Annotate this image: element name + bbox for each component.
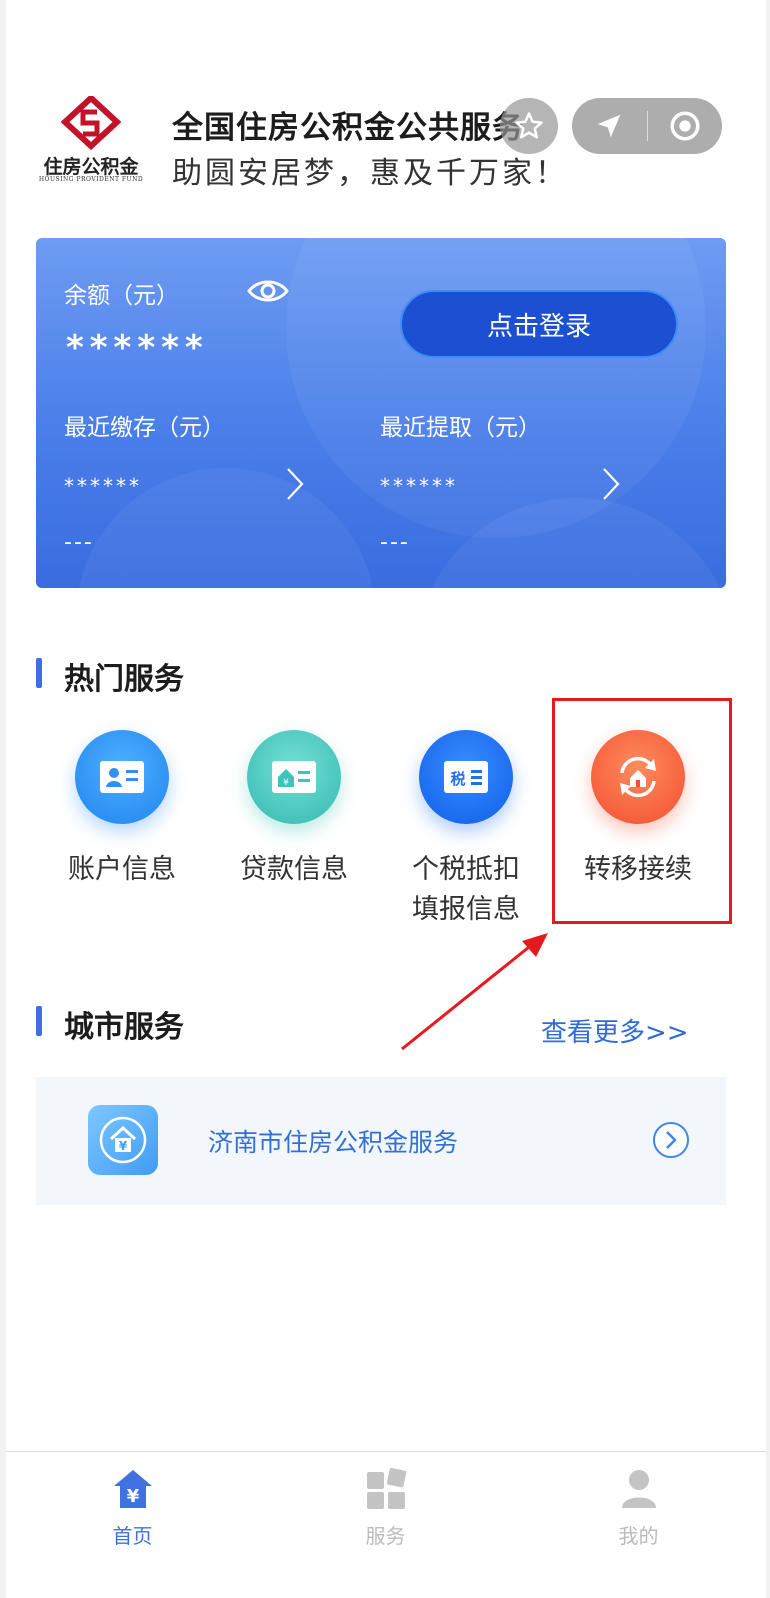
highlight-box — [552, 698, 732, 924]
svg-text:税: 税 — [450, 770, 465, 788]
app-title: 全国住房公积金公共服务 — [172, 110, 524, 146]
eye-toggle-icon[interactable] — [246, 276, 290, 306]
balance-label: 余额（元） — [64, 283, 179, 309]
housing-fund-logo-icon — [61, 96, 121, 151]
svg-text:¥: ¥ — [119, 1139, 128, 1153]
service-loan-info[interactable]: ¥ 贷款信息 — [214, 730, 374, 940]
services-grid-icon — [367, 1467, 407, 1509]
logo-text: 住房公积金 — [43, 156, 139, 178]
section-accent-bar — [36, 1006, 42, 1036]
page: 住房公积金 HOUSING PROVIDENT FUND 全国住房公积金公共服务… — [6, 0, 766, 1598]
close-miniprogram-button[interactable] — [648, 98, 723, 154]
city-service-label: 济南市住房公积金服务 — [208, 1128, 459, 1157]
recent-withdraw-value: ****** — [380, 474, 458, 498]
section-accent-bar — [36, 658, 42, 688]
recent-withdraw-date: --- — [380, 530, 410, 555]
loan-card-icon: ¥ — [247, 730, 341, 824]
miniprogram-capsule — [572, 98, 722, 154]
chevron-right-circle-icon — [653, 1122, 689, 1158]
recent-deposit-label: 最近缴存（元） — [64, 415, 225, 441]
tab-services[interactable]: 服务 — [259, 1452, 512, 1598]
logo-english-text: HOUSING PROVIDENT FUND — [38, 176, 144, 183]
city-services-title: 城市服务 — [64, 1010, 184, 1045]
svg-text:¥: ¥ — [283, 778, 289, 788]
tax-card-icon: 税 — [419, 730, 513, 824]
service-account-info[interactable]: 账户信息 — [42, 730, 202, 940]
housing-fund-logo: 住房公积金 HOUSING PROVIDENT FUND — [36, 96, 146, 188]
recent-deposit-date: --- — [64, 530, 94, 555]
tab-label: 服务 — [365, 1524, 406, 1548]
star-icon — [515, 112, 543, 139]
service-tax-deduction-info[interactable]: 税 个税抵扣填报信息 — [386, 730, 546, 940]
chevron-right-icon — [287, 468, 304, 500]
target-circle-icon — [670, 111, 700, 141]
header: 住房公积金 HOUSING PROVIDENT FUND 全国住房公积金公共服务… — [6, 0, 766, 220]
view-more-link[interactable]: 查看更多>> — [541, 1012, 689, 1049]
tab-label: 我的 — [618, 1524, 659, 1548]
user-icon — [622, 1470, 656, 1508]
login-button[interactable]: 点击登录 — [400, 290, 678, 358]
tab-home[interactable]: ¥ 首页 — [6, 1452, 259, 1598]
svg-text:¥: ¥ — [127, 1486, 140, 1507]
city-service-item[interactable]: ¥ 济南市住房公积金服务 — [36, 1077, 726, 1205]
favorite-button[interactable] — [500, 98, 558, 154]
hot-services-title: 热门服务 — [64, 662, 184, 697]
home-yuan-icon: ¥ — [114, 1470, 152, 1508]
app-slogan: 助圆安居梦，惠及千万家！ — [172, 156, 568, 191]
navigation-arrow-icon — [598, 114, 621, 138]
location-button[interactable] — [572, 98, 647, 154]
recent-withdraw-label: 最近提取（元） — [380, 415, 541, 441]
annotation-arrow — [401, 933, 548, 1051]
service-label: 账户信息 — [68, 854, 176, 885]
tab-mine[interactable]: 我的 — [512, 1452, 765, 1598]
service-label: 个税抵扣填报信息 — [412, 854, 520, 925]
chevron-right-icon — [603, 468, 620, 500]
bottom-tab-bar: ¥ 首页 服务 我的 — [6, 1451, 766, 1598]
balance-card: 余额（元） ****** 点击登录 最近缴存（元） ****** --- 最近提… — [36, 238, 726, 588]
recent-deposit-value: ****** — [64, 474, 142, 498]
house-yuan-icon: ¥ — [88, 1105, 158, 1175]
tab-label: 首页 — [112, 1524, 153, 1548]
account-card-icon — [75, 730, 169, 824]
balance-value: ****** — [66, 328, 209, 368]
service-label: 贷款信息 — [240, 854, 348, 885]
